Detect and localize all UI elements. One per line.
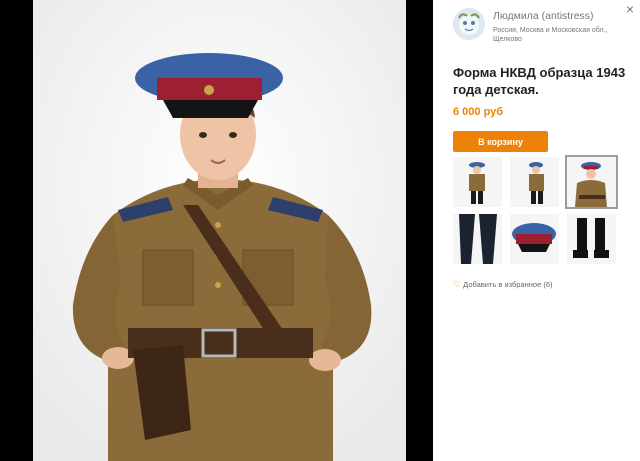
- author-location: Россия, Москва и Московская обл., Щелков…: [493, 27, 608, 43]
- thumb-full-uniform-side-icon: [510, 157, 559, 207]
- thumbnail-6[interactable]: [567, 214, 616, 264]
- thumbnail-4[interactable]: [453, 214, 502, 264]
- product-price: 6 000 руб: [453, 106, 504, 118]
- thumb-boots-detail-icon: [567, 214, 616, 264]
- product-title: Форма НКВД образца 1943 года детская.: [453, 65, 626, 97]
- avatar-image: [453, 8, 485, 40]
- photo-viewer: [0, 0, 433, 461]
- thumb-full-uniform-front-icon: [453, 157, 502, 207]
- add-to-cart-button[interactable]: В корзину: [453, 131, 548, 152]
- author-name[interactable]: Людмила (antistress): [493, 10, 594, 22]
- thumb-cap-detail-icon: [510, 214, 559, 264]
- details-panel: × Людмила (antistress) Россия, Москва и …: [433, 0, 640, 461]
- thumbnail-2[interactable]: [510, 157, 559, 207]
- thumb-boy-portrait-icon: [567, 157, 616, 207]
- avatar[interactable]: [453, 8, 485, 40]
- thumbnail-5[interactable]: [510, 214, 559, 264]
- boy-in-uniform-image: [33, 0, 406, 461]
- favorites-label: Добавить в избранное (6): [463, 280, 553, 289]
- add-to-favorites-link[interactable]: ♡ Добавить в избранное (6): [453, 279, 553, 290]
- thumbnail-3[interactable]: [565, 155, 618, 209]
- product-photo[interactable]: [33, 0, 406, 461]
- close-icon[interactable]: ×: [626, 1, 634, 17]
- thumbnail-1[interactable]: [453, 157, 502, 207]
- thumb-trousers-detail-icon: [453, 214, 502, 264]
- heart-icon: ♡: [453, 279, 462, 289]
